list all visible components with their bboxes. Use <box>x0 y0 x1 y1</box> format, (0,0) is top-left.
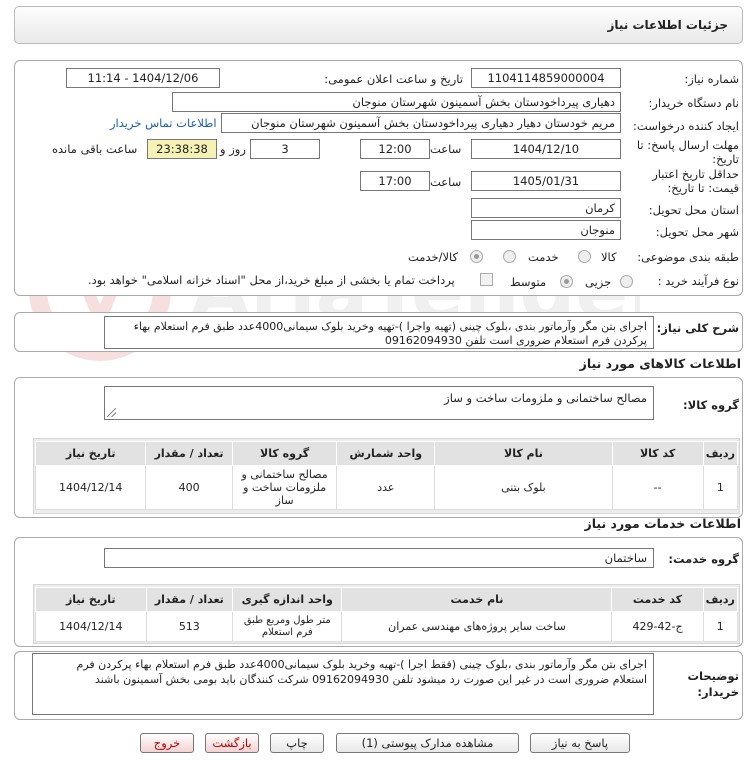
services-cell-unit: متر طول ومربع طبق فرم استعلام <box>232 611 343 642</box>
goods-cell-unit: عدد <box>336 465 436 510</box>
creator-field: مریم خودستان دهیار دهیاری پیرداخودستان ب… <box>221 113 621 133</box>
need-number-label: شماره نیاز: <box>684 72 739 86</box>
services-col-qty: تعداد / مقدار <box>145 587 234 612</box>
goods-section-title: اطلاعات کالاهای مورد نیاز <box>579 356 741 371</box>
goods-cell-code: -- <box>611 465 704 510</box>
goods-cell-row: 1 <box>702 465 739 510</box>
resize-grip-icon[interactable] <box>107 408 116 417</box>
services-cell-date: 1404/12/14 <box>35 611 147 642</box>
days-label: روز و <box>220 142 246 156</box>
category-both-label: کالا/خدمت <box>408 250 459 264</box>
province-label: استان محل تحویل: <box>648 203 739 217</box>
category-label: طبقه بندی موضوعی: <box>637 250 739 264</box>
validity-time-label: ساعت <box>430 175 462 189</box>
process-medium-label: متوسط <box>510 275 547 289</box>
validity-time-field: 17:00 <box>360 171 430 191</box>
summary-textarea: اجرای بتن مگر وآرماتور بندی ،بلوک چینی (… <box>104 316 654 349</box>
services-col-unit: واحد اندازه گیری <box>232 587 343 612</box>
announce-field: 1404/12/06 - 11:14 <box>66 68 220 88</box>
buyer-label: نام دستگاه خریدار: <box>648 96 739 110</box>
process-medium-radio[interactable] <box>560 275 573 288</box>
goods-cell-name: بلوک بتنی <box>434 465 613 510</box>
services-cell-row: 1 <box>702 611 739 642</box>
process-label: نوع فرآیند خرید : <box>657 274 739 288</box>
goods-col-row: ردیف <box>702 441 739 466</box>
services-group-label: گروه خدمت: <box>668 552 739 566</box>
goods-cell-date: 1404/12/14 <box>34 465 147 510</box>
goods-col-date: تاریخ نیاز <box>34 441 147 466</box>
attachments-button[interactable]: مشاهده مدارک پیوستی (1) <box>336 733 519 753</box>
process-small-radio[interactable] <box>620 275 633 288</box>
services-col-name: نام خدمت <box>341 587 613 612</box>
buyer-field: دهیاری پیرداخودستان بخش آسمینون شهرستان … <box>172 92 621 112</box>
remaining-time-field: 23:38:38 <box>147 139 217 159</box>
deadline-label: مهلت ارسال پاسخ: تا تاریخ: <box>636 138 739 166</box>
validity-label: حداقل تاریخ اعتبار قیمت: تا تاریخ: <box>652 167 739 195</box>
category-goods-label: کالا <box>601 250 617 264</box>
services-col-code: کد خدمت <box>611 587 704 612</box>
payment-note: پرداخت تمام یا بخشی از مبلغ خرید،از محل … <box>88 273 455 287</box>
print-button[interactable]: چاپ <box>270 733 324 753</box>
category-goods-radio[interactable] <box>578 250 591 263</box>
goods-col-group: گروه کالا <box>231 441 338 466</box>
city-field: منوجان <box>471 220 621 240</box>
back-button[interactable]: بازگشت <box>205 733 259 753</box>
days-field: 3 <box>250 139 320 159</box>
services-group-field: ساختمان <box>104 548 654 568</box>
goods-col-unit: واحد شمارش <box>336 441 436 466</box>
need-number-field: 1104114859000004 <box>471 68 621 88</box>
services-table: ردیف کد خدمت نام خدمت واحد اندازه گیری ت… <box>35 587 739 642</box>
services-cell-name: ساخت سایر پروژه‌های مهندسی عمران <box>341 611 613 642</box>
goods-table: ردیف کد کالا نام کالا واحد شمارش گروه کا… <box>34 441 739 510</box>
services-col-date: تاریخ نیاز <box>35 587 147 612</box>
goods-cell-qty: 400 <box>145 465 233 510</box>
validity-date-field: 1405/01/31 <box>471 171 621 191</box>
treasury-payment-checkbox[interactable] <box>480 273 493 286</box>
process-small-label: جزیی <box>585 275 612 289</box>
header-panel: جزئیات اطلاعات نیاز <box>14 6 743 44</box>
goods-col-name: نام کالا <box>434 441 613 466</box>
category-service-label: خدمت <box>528 250 559 264</box>
city-label: شهر محل تحویل: <box>655 225 739 239</box>
page-title: جزئیات اطلاعات نیاز <box>607 18 728 32</box>
category-both-radio[interactable] <box>470 250 483 263</box>
deadline-time-label: ساعت <box>430 142 462 156</box>
goods-group-field: مصالح ساختمانی و ملزومات ساخت و ساز <box>104 386 654 420</box>
services-col-row: ردیف <box>702 587 739 612</box>
buyer-notes-label: توضیحات خریدار: <box>687 669 740 699</box>
goods-group-label: گروه کالا: <box>683 398 739 412</box>
summary-label: شرح کلی نیاز: <box>656 321 739 335</box>
goods-col-code: کد کالا <box>611 441 704 466</box>
deadline-time-field: 12:00 <box>360 139 430 159</box>
reply-button[interactable]: پاسخ به نیاز <box>530 733 630 753</box>
services-section-title: اطلاعات خدمات مورد نیاز <box>584 516 742 531</box>
announce-label: تاریخ و ساعت اعلان عمومی: <box>324 72 463 86</box>
buyer-notes-textarea: اجرای بتن مگر وآرماتور بندی ،بلوک چینی (… <box>32 653 654 715</box>
exit-button[interactable]: خروج <box>140 733 194 753</box>
province-field: کرمان <box>471 198 621 218</box>
goods-cell-group: مصالح ساختمانی و ملزومات ساخت و ساز <box>231 465 338 510</box>
creator-label: ایجاد کننده درخواست: <box>633 119 739 133</box>
contact-buyer-link[interactable]: اطلاعات تماس خریدار <box>110 116 217 130</box>
services-cell-code: ج-42-429 <box>611 611 704 642</box>
goods-group-value: مصالح ساختمانی و ملزومات ساخت و ساز <box>444 391 647 405</box>
remaining-label: ساعت باقی مانده <box>52 142 138 156</box>
category-service-radio[interactable] <box>503 250 516 263</box>
deadline-date-field: 1404/12/10 <box>471 139 621 159</box>
goods-table-row: 1 -- بلوک بتنی عدد مصالح ساختمانی و ملزو… <box>34 465 739 510</box>
services-table-row: 1 ج-42-429 ساخت سایر پروژه‌های مهندسی عم… <box>35 611 739 642</box>
goods-col-qty: تعداد / مقدار <box>145 441 233 466</box>
services-cell-qty: 513 <box>145 611 234 642</box>
